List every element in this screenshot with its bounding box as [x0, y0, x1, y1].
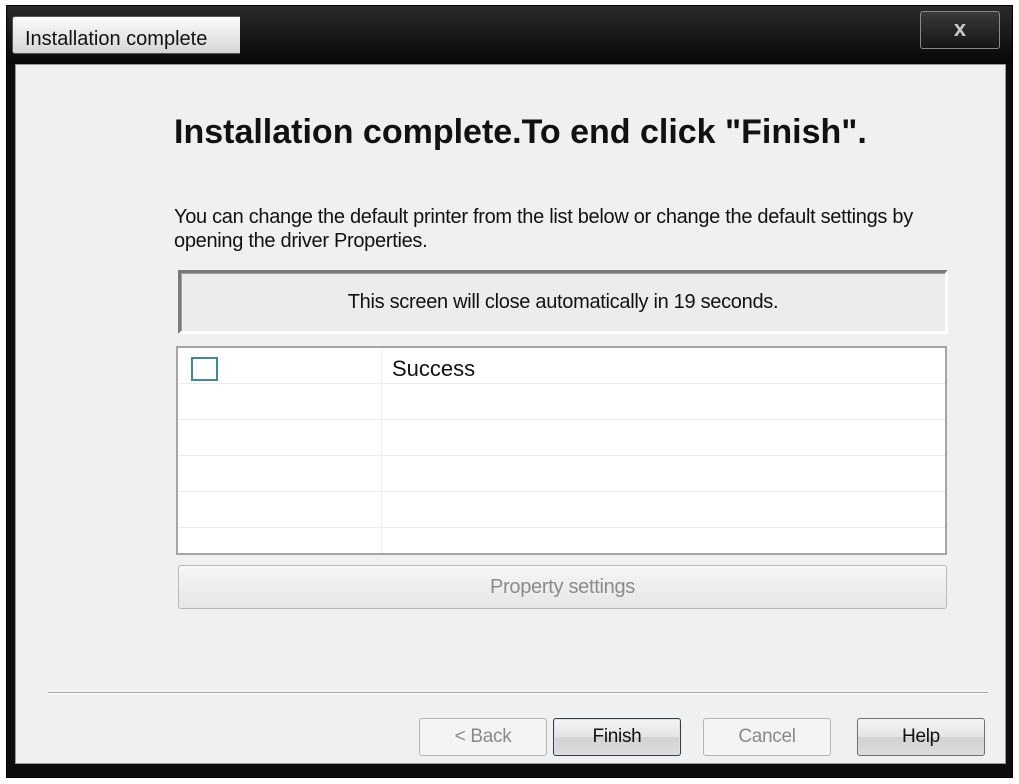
dialog-body: Installation complete.To end click "Fini…	[15, 64, 1006, 764]
title-bar: Installation complete x	[7, 6, 1012, 64]
cancel-button[interactable]: Cancel	[703, 718, 831, 756]
list-item	[178, 420, 945, 456]
back-button[interactable]: < Back	[419, 718, 547, 756]
property-settings-button[interactable]: Property settings	[178, 565, 947, 609]
list-item[interactable]: Success	[178, 348, 945, 384]
page-title: Installation complete.To end click "Fini…	[174, 113, 867, 151]
description-text: You can change the default printer from …	[174, 206, 913, 252]
finish-button[interactable]: Finish	[553, 718, 681, 756]
install-status: Success	[392, 356, 476, 381]
close-icon: x	[953, 16, 967, 41]
list-item	[178, 456, 945, 492]
footer-separator	[48, 692, 988, 694]
list-item	[178, 492, 945, 528]
window-title: Installation complete	[25, 28, 208, 50]
default-printer-checkbox[interactable]	[191, 357, 218, 381]
help-button[interactable]: Help	[857, 718, 985, 756]
list-item	[178, 384, 945, 420]
dialog-window: Installation complete x Installation com…	[6, 5, 1013, 778]
close-button[interactable]: x	[920, 11, 1000, 49]
printer-list[interactable]: Success	[176, 346, 947, 555]
auto-close-countdown: This screen will close automatically in …	[178, 270, 948, 334]
